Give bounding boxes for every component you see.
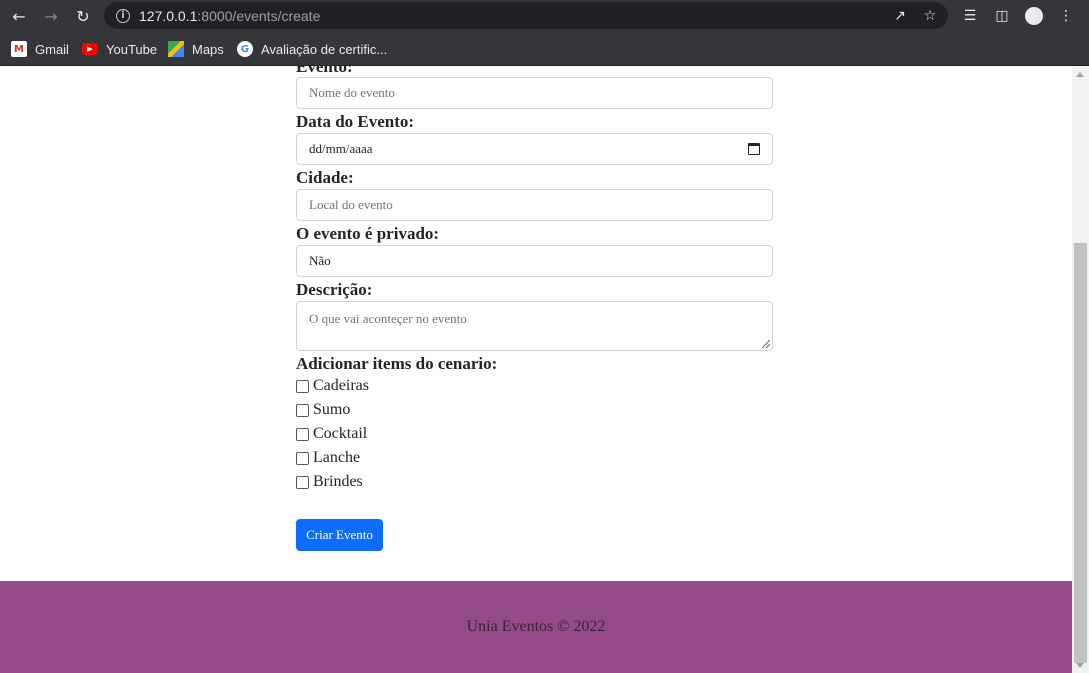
- bookmark-label: Maps: [192, 41, 224, 57]
- checkbox-label: Brindes: [313, 473, 363, 490]
- bookmarks-bar: M Gmail ▶ YouTube Maps G Avaliação de ce…: [0, 32, 1089, 66]
- bookmark-maps[interactable]: Maps: [168, 39, 224, 59]
- city-label: Cidade:: [296, 168, 354, 187]
- date-placeholder: dd/mm/aaaa: [309, 141, 373, 156]
- profile-avatar-icon[interactable]: [1023, 5, 1045, 27]
- event-date-input[interactable]: dd/mm/aaaa: [296, 133, 773, 165]
- item-checkbox-row[interactable]: Cocktail: [296, 425, 367, 443]
- scroll-up-icon[interactable]: [1076, 72, 1084, 77]
- event-date-label: Data do Evento:: [296, 112, 415, 131]
- side-panel-icon[interactable]: ◫: [991, 5, 1013, 27]
- checkbox[interactable]: [296, 403, 309, 417]
- bookmark-star-icon[interactable]: ☆: [920, 6, 940, 26]
- menu-kebab-icon[interactable]: ⋮: [1055, 5, 1077, 27]
- checkbox[interactable]: [296, 379, 309, 393]
- event-name-label: Evento:: [296, 66, 353, 76]
- description-textarea[interactable]: O que vai aconteçer no evento: [296, 301, 773, 351]
- scrollbar-thumb[interactable]: [1074, 243, 1087, 663]
- checkbox[interactable]: [296, 475, 309, 489]
- url-host: 127.0.0.1: [139, 7, 198, 24]
- forward-arrow-icon[interactable]: →: [38, 4, 64, 28]
- checkbox-label: Sumo: [313, 401, 351, 418]
- bookmark-label: Gmail: [35, 41, 69, 57]
- footer-text: Unia Eventos © 2022: [466, 618, 606, 635]
- item-checkbox-row[interactable]: Sumo: [296, 401, 350, 419]
- checkbox-label: Cocktail: [313, 425, 368, 442]
- page-scrollbar[interactable]: [1072, 66, 1089, 673]
- item-checkbox-row[interactable]: Lanche: [296, 449, 360, 467]
- checkbox[interactable]: [296, 427, 309, 441]
- checkbox-label: Lanche: [313, 449, 361, 466]
- reload-icon[interactable]: ↻: [70, 4, 96, 28]
- items-label: Adicionar items do cenario:: [296, 354, 498, 373]
- bookmark-certificate[interactable]: G Avaliação de certific...: [237, 39, 387, 59]
- create-event-button[interactable]: Criar Evento: [296, 519, 383, 551]
- description-placeholder: O que vai aconteçer no evento: [309, 311, 467, 326]
- address-bar[interactable]: i 127.0.0.1:8000/events/create ↗ ☆: [104, 2, 948, 29]
- event-name-input[interactable]: Nome do evento: [296, 77, 773, 109]
- url-path: :8000/events/create: [197, 7, 321, 24]
- city-input[interactable]: Local do evento: [296, 189, 773, 221]
- maps-icon: [168, 41, 184, 57]
- bookmark-label: Avaliação de certific...: [261, 41, 388, 57]
- share-icon[interactable]: ↗: [890, 6, 910, 26]
- checkbox-label: Cadeiras: [313, 377, 369, 394]
- bookmark-gmail[interactable]: M Gmail: [11, 39, 69, 59]
- gmail-icon: M: [11, 41, 27, 57]
- youtube-icon: ▶: [82, 43, 98, 55]
- browser-toolbar: ← → ↻ i 127.0.0.1:8000/events/create ↗ ☆…: [0, 0, 1089, 32]
- bookmark-youtube[interactable]: ▶ YouTube: [82, 39, 157, 59]
- bookmark-label: YouTube: [106, 41, 158, 57]
- google-icon: G: [237, 41, 253, 57]
- description-label: Descrição:: [296, 280, 373, 299]
- page-footer: Unia Eventos © 2022: [0, 581, 1072, 673]
- scroll-down-icon[interactable]: [1076, 663, 1084, 668]
- back-arrow-icon[interactable]: ←: [6, 4, 32, 28]
- item-checkbox-row[interactable]: Brindes: [296, 473, 363, 491]
- private-label: O evento é privado:: [296, 224, 440, 243]
- site-info-icon[interactable]: i: [116, 8, 130, 23]
- reading-list-icon[interactable]: ☰: [959, 5, 981, 27]
- item-checkbox-row[interactable]: Cadeiras: [296, 377, 369, 395]
- private-select[interactable]: Não: [296, 245, 773, 277]
- calendar-icon[interactable]: [748, 143, 760, 155]
- resize-grip-icon[interactable]: [762, 340, 770, 348]
- page-viewport: Evento: Nome do evento Data do Evento: d…: [0, 66, 1072, 673]
- checkbox[interactable]: [296, 451, 309, 465]
